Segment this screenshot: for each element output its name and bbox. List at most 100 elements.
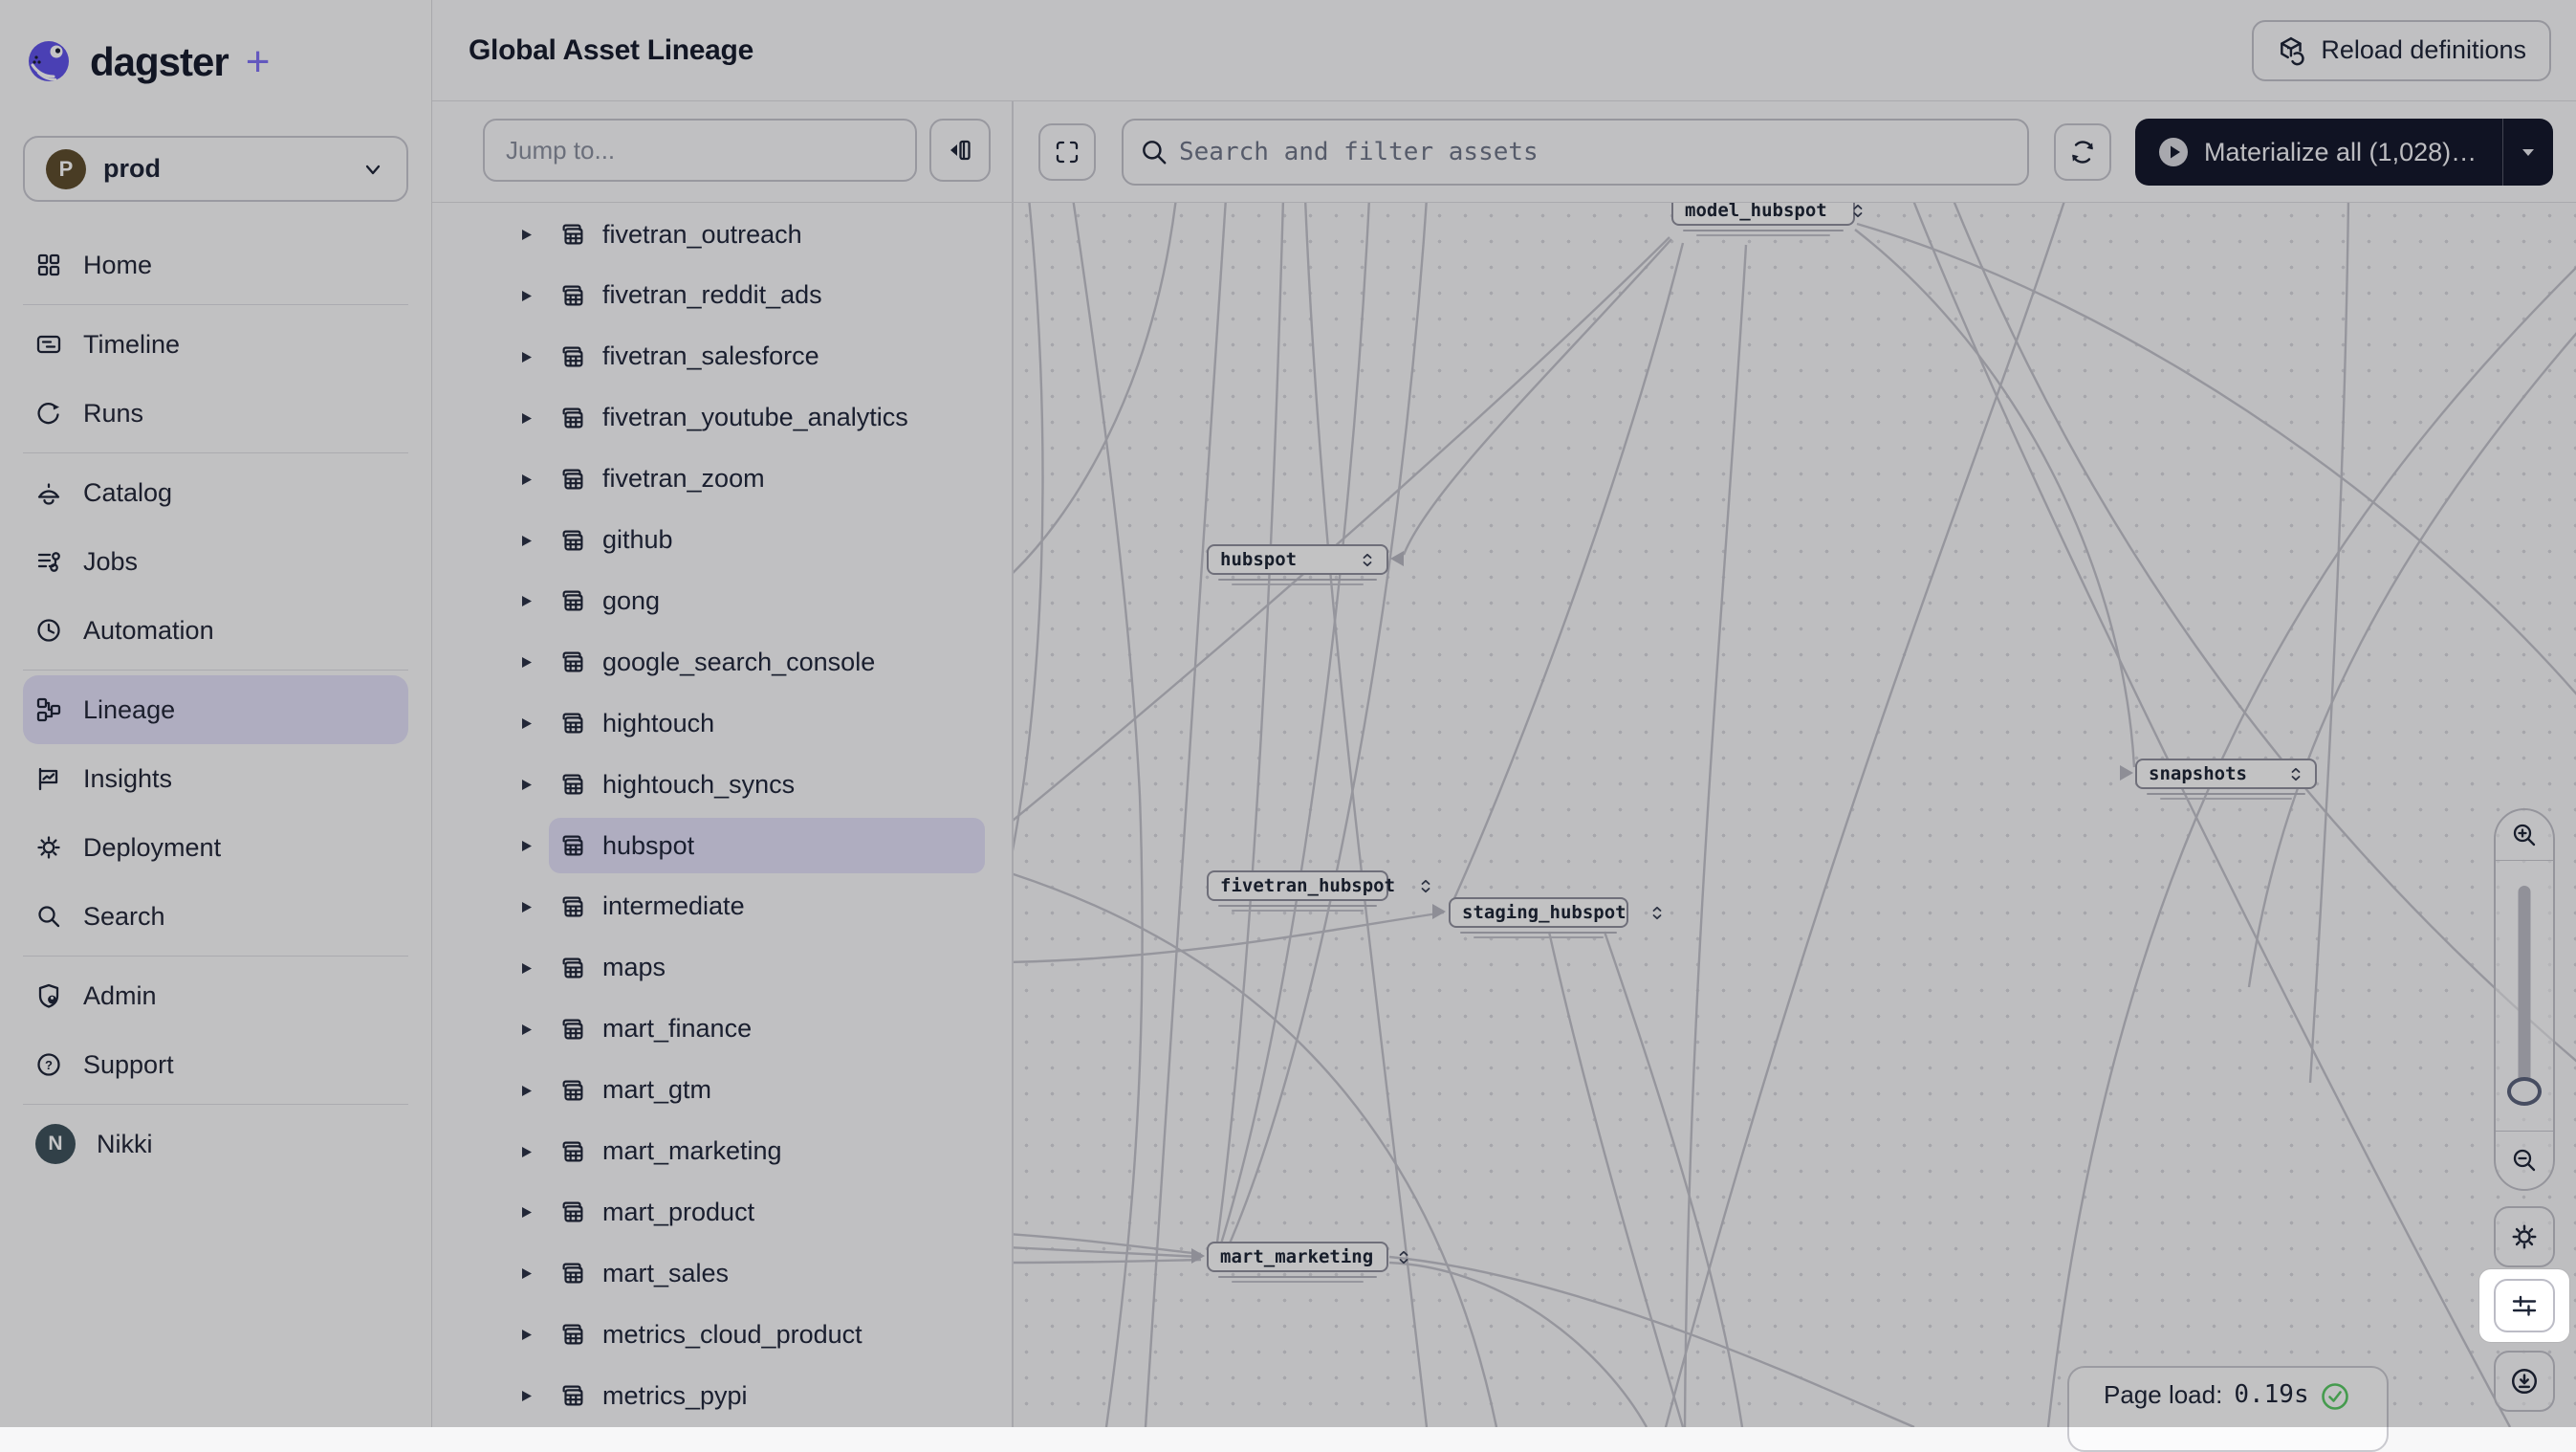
materialize-dropdown-button[interactable] xyxy=(2503,119,2553,186)
asset-group-icon xyxy=(558,954,587,982)
expand-caret-icon[interactable] xyxy=(521,901,533,913)
expand-caret-icon[interactable] xyxy=(521,1267,533,1280)
expand-caret-icon[interactable] xyxy=(521,229,533,241)
workspace-selector[interactable]: P prod xyxy=(23,136,408,202)
expand-caret-icon[interactable] xyxy=(521,473,533,486)
unfold-icon[interactable] xyxy=(1373,1250,1409,1265)
tree-row[interactable]: fivetran_salesforce xyxy=(432,326,1012,387)
sidebar-item-label: Lineage xyxy=(83,695,175,725)
expand-caret-icon[interactable] xyxy=(521,840,533,852)
tree-row[interactable]: google_search_console xyxy=(432,631,1012,693)
expand-caret-icon[interactable] xyxy=(521,351,533,363)
sidebar-item-deployment[interactable]: Deployment xyxy=(23,813,408,882)
download-view-button[interactable] xyxy=(2494,1351,2555,1412)
expand-caret-icon[interactable] xyxy=(521,1206,533,1219)
tree-row[interactable]: mart_gtm xyxy=(432,1060,1012,1121)
zoom-out-button[interactable] xyxy=(2496,1132,2553,1189)
graph-filters-button[interactable] xyxy=(2494,1279,2555,1332)
expand-caret-icon[interactable] xyxy=(521,1085,533,1097)
unfold-icon[interactable] xyxy=(2265,767,2302,781)
asset-search-input[interactable] xyxy=(1122,119,2029,186)
asset-group-icon xyxy=(558,586,587,615)
fullscreen-button[interactable] xyxy=(1038,123,1096,181)
sidebar-item-jobs[interactable]: Jobs xyxy=(23,527,408,596)
sidebar-item-label: Insights xyxy=(83,764,172,794)
expand-caret-icon[interactable] xyxy=(521,1146,533,1158)
tree-row[interactable]: hightouch_syncs xyxy=(432,754,1012,815)
materialize-all-button[interactable]: Materialize all (1,028)… xyxy=(2135,119,2553,186)
unfold-icon[interactable] xyxy=(1827,204,1864,218)
tree-row[interactable]: gong xyxy=(432,570,1012,631)
tree-row[interactable]: hightouch xyxy=(432,693,1012,754)
tree-row[interactable]: maps xyxy=(432,937,1012,999)
asset-group-label: metrics_cloud_product xyxy=(602,1320,862,1350)
tree-row[interactable]: mart_marketing xyxy=(432,1121,1012,1182)
tree-row[interactable]: fivetran_outreach xyxy=(432,204,1012,265)
expand-caret-icon[interactable] xyxy=(521,1329,533,1341)
reload-definitions-button[interactable]: Reload definitions xyxy=(2252,20,2551,81)
sidebar-item-search[interactable]: Search xyxy=(23,882,408,951)
asset-node-hubspot[interactable]: hubspot xyxy=(1207,544,1388,575)
asset-node-model-hubspot[interactable]: model_hubspot xyxy=(1671,203,1855,226)
tree-row[interactable]: mart_product xyxy=(432,1181,1012,1243)
sidebar-item-automation[interactable]: Automation xyxy=(23,596,408,665)
graph-settings-button[interactable] xyxy=(2494,1206,2555,1267)
tree-row[interactable]: fivetran_reddit_ads xyxy=(432,265,1012,326)
unfold-icon[interactable] xyxy=(1395,879,1431,893)
expand-caret-icon[interactable] xyxy=(521,595,533,607)
asset-node-staging-hubspot[interactable]: staging_hubspot xyxy=(1449,897,1628,928)
lineage-canvas[interactable]: model_hubspot hubspot snapshots fivetran… xyxy=(1014,203,2576,1427)
jump-to-input[interactable] xyxy=(483,119,917,182)
sidebar-item-timeline[interactable]: Timeline xyxy=(23,310,408,379)
zoom-slider-track[interactable] xyxy=(2519,886,2531,1104)
expand-caret-icon[interactable] xyxy=(521,290,533,302)
divider xyxy=(23,304,408,305)
zoom-slider[interactable] xyxy=(2496,861,2553,1131)
sidebar-item-admin[interactable]: Admin xyxy=(23,961,408,1030)
expand-caret-icon[interactable] xyxy=(521,1390,533,1402)
sidebar-item-label: Runs xyxy=(83,399,143,429)
check-circle-icon xyxy=(2321,1382,2349,1411)
tree-row[interactable]: github xyxy=(432,510,1012,571)
sidebar-item-insights[interactable]: Insights xyxy=(23,744,408,813)
collapse-panel-button[interactable] xyxy=(929,119,991,182)
expand-caret-icon[interactable] xyxy=(521,656,533,669)
expand-caret-icon[interactable] xyxy=(521,962,533,975)
sidebar-item-runs[interactable]: Runs xyxy=(23,379,408,448)
asset-node-mart-marketing[interactable]: mart_marketing xyxy=(1207,1242,1388,1272)
expand-caret-icon[interactable] xyxy=(521,717,533,730)
asset-group-icon xyxy=(558,1198,587,1226)
zoom-in-button[interactable] xyxy=(2496,810,2553,860)
sidebar-item-home[interactable]: Home xyxy=(23,231,408,299)
asset-group-icon xyxy=(558,831,587,860)
asset-group-icon xyxy=(558,892,587,921)
asset-tree-panel[interactable]: fivetran_outreach fivetran_reddit_ads fi… xyxy=(432,203,1014,1427)
sidebar-item-catalog[interactable]: Catalog xyxy=(23,458,408,527)
user-avatar: N xyxy=(35,1124,76,1164)
tree-row[interactable]: fivetran_zoom xyxy=(432,449,1012,510)
expand-caret-icon[interactable] xyxy=(521,1023,533,1036)
tree-row[interactable]: fivetran_youtube_analytics xyxy=(432,387,1012,449)
sidebar-item-lineage[interactable]: Lineage xyxy=(23,675,408,744)
tree-row[interactable]: mart_sales xyxy=(432,1243,1012,1304)
unfold-icon[interactable] xyxy=(1626,906,1663,920)
sidebar-item-user[interactable]: N Nikki xyxy=(23,1110,408,1178)
refresh-button[interactable] xyxy=(2054,123,2111,181)
asset-node-fivetran-hubspot[interactable]: fivetran_hubspot xyxy=(1207,870,1388,901)
chevron-down-icon xyxy=(360,157,385,182)
page-load-time: 0.19s xyxy=(2234,1380,2308,1409)
sidebar-item-support[interactable]: ? Support xyxy=(23,1030,408,1099)
tree-row[interactable]: intermediate xyxy=(432,876,1012,937)
tree-row[interactable]: metrics_cloud_product xyxy=(432,1304,1012,1365)
tree-row[interactable]: metrics_pypi xyxy=(432,1365,1012,1426)
asset-node-snapshots[interactable]: snapshots xyxy=(2135,759,2317,789)
expand-caret-icon[interactable] xyxy=(521,535,533,547)
expand-caret-icon[interactable] xyxy=(521,412,533,425)
asset-group-icon xyxy=(558,770,587,799)
tree-row[interactable]: hubspot xyxy=(432,815,1012,876)
zoom-slider-thumb[interactable] xyxy=(2507,1077,2542,1106)
unfold-icon[interactable] xyxy=(1337,553,1373,567)
tree-row[interactable]: mart_finance xyxy=(432,999,1012,1060)
expand-caret-icon[interactable] xyxy=(521,779,533,791)
materialize-main[interactable]: Materialize all (1,028)… xyxy=(2135,119,2502,186)
